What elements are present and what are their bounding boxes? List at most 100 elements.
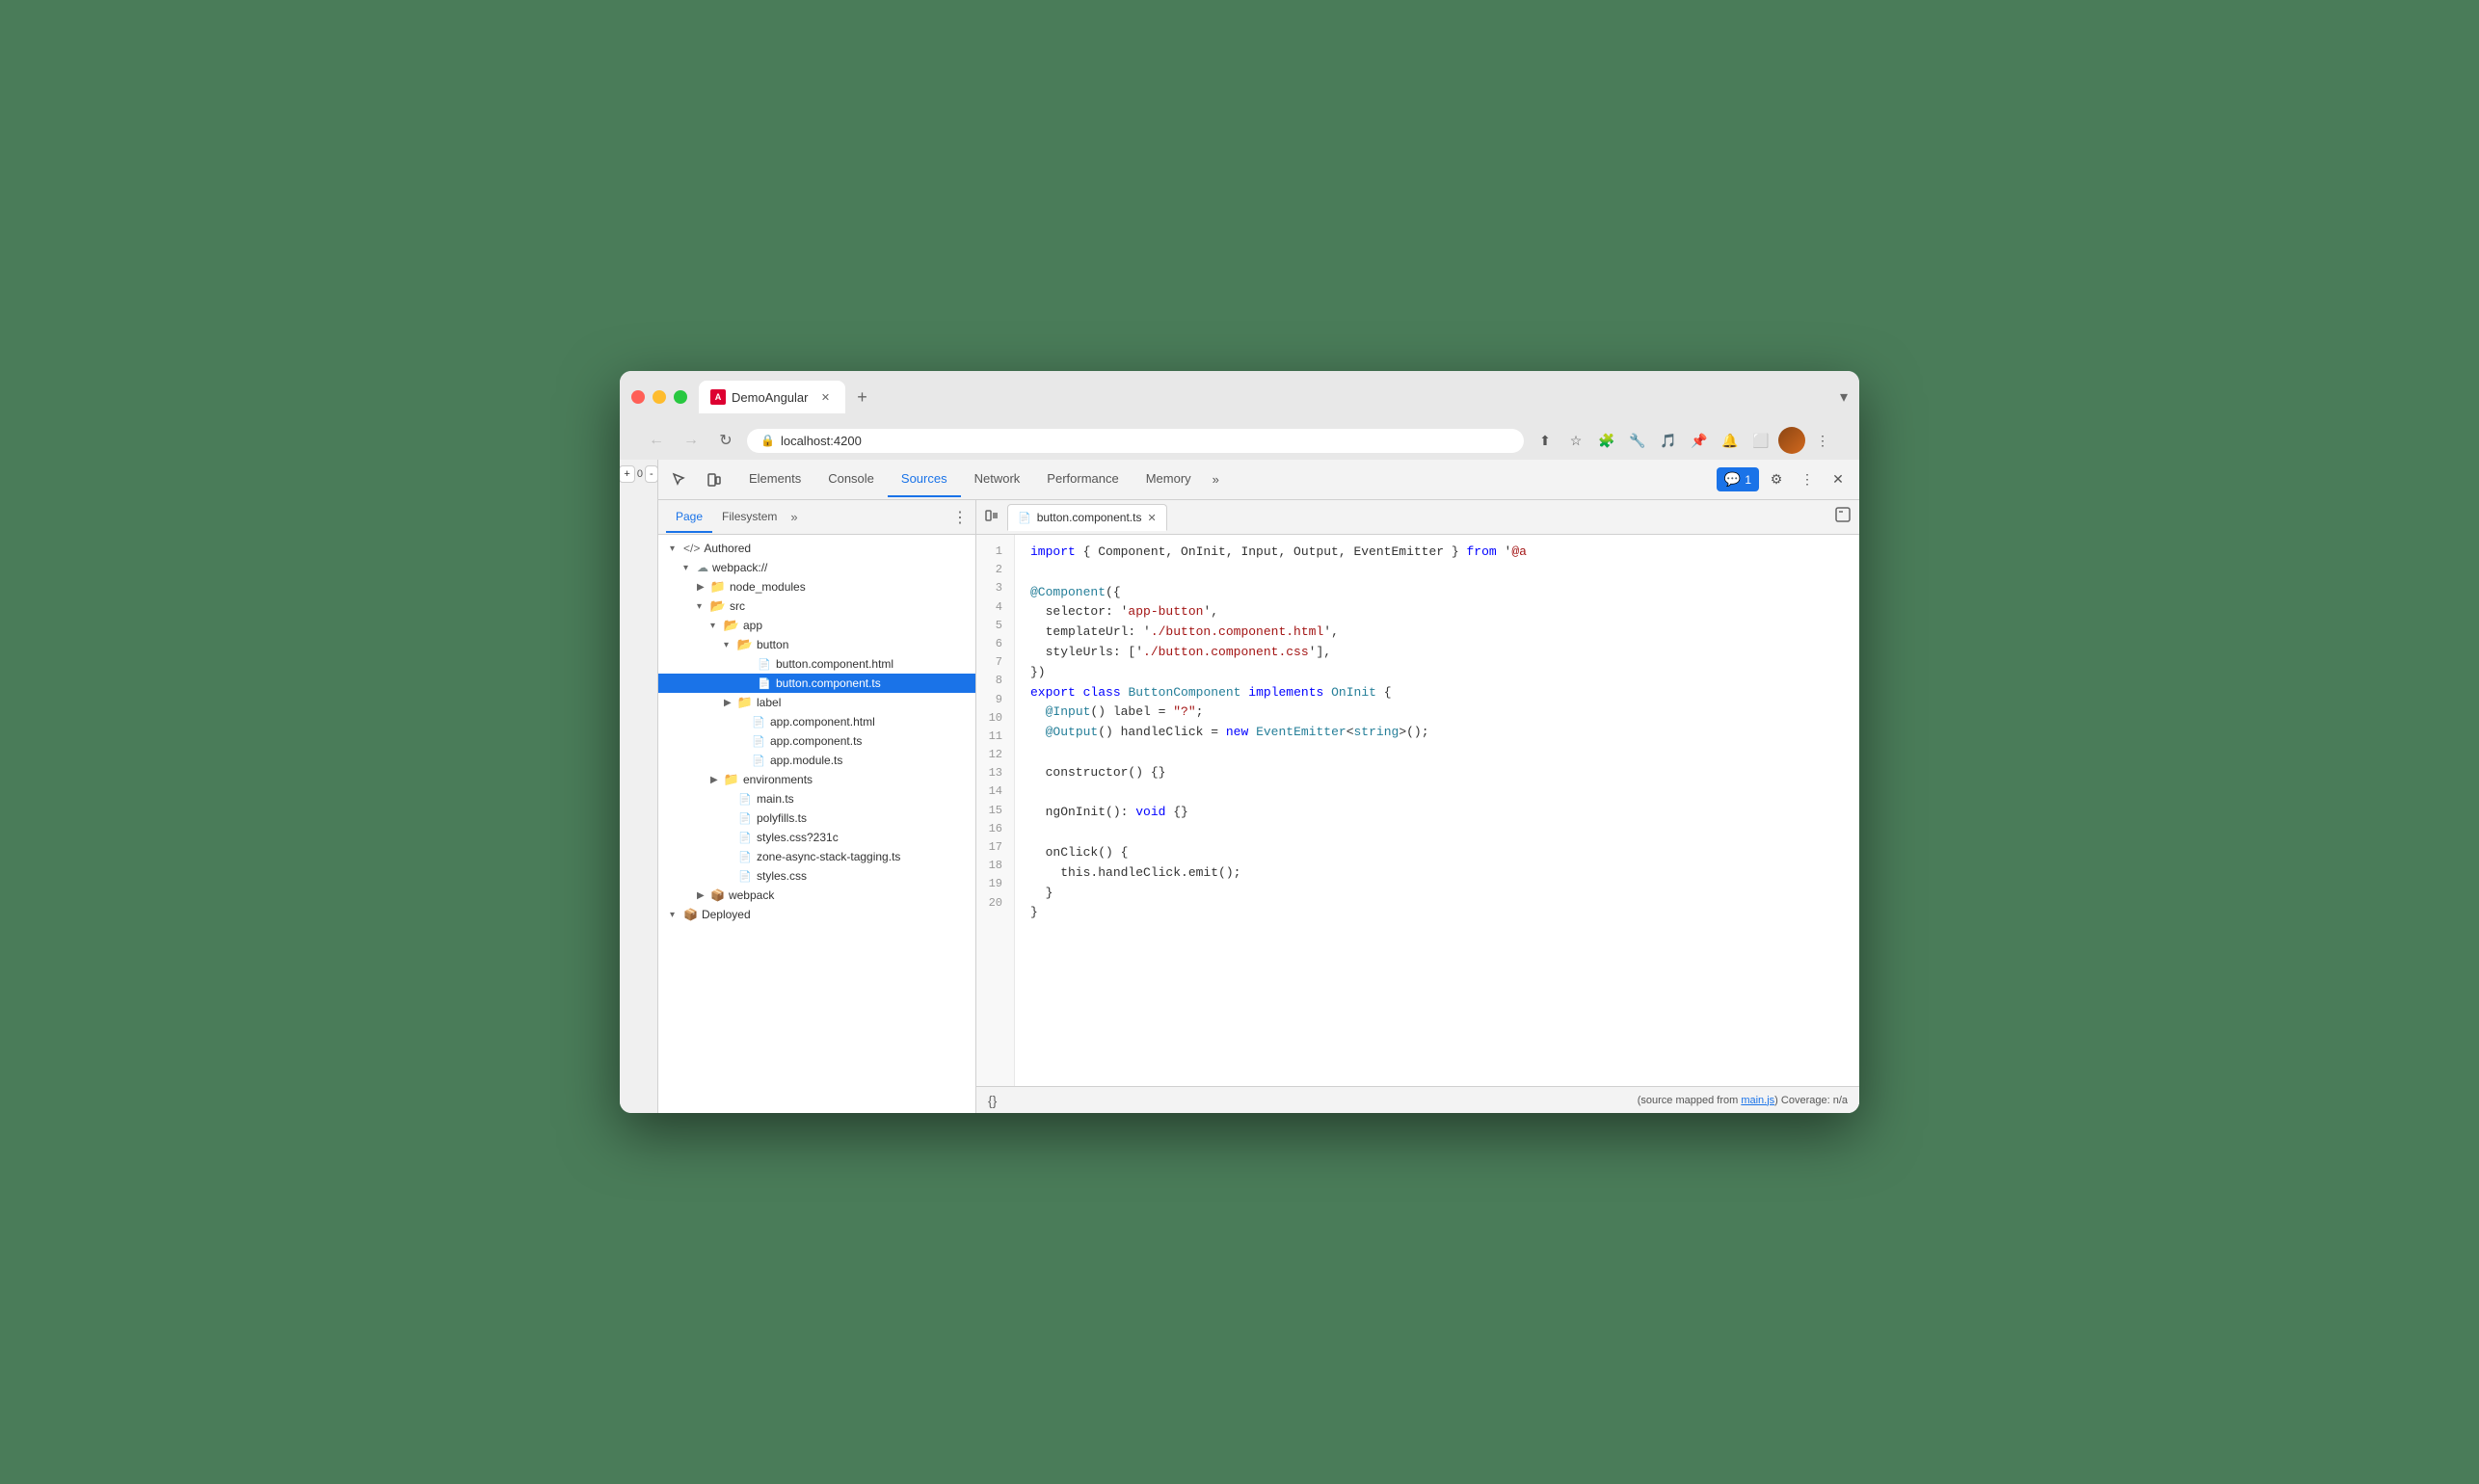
code-content[interactable]: import { Component, OnInit, Input, Outpu… <box>1015 535 1859 1086</box>
sources-tab-page[interactable]: Page <box>666 502 712 533</box>
tree-button-html[interactable]: 📄 button.component.html <box>658 654 975 674</box>
browser-window: A DemoAngular ✕ + ▾ ← → ↻ 🔒 localhost:42… <box>620 371 1859 1113</box>
devtools-toolbar: Elements Console Sources Network Perform… <box>658 460 1859 500</box>
tab-elements[interactable]: Elements <box>735 462 814 497</box>
url-bar[interactable]: 🔒 localhost:4200 <box>747 429 1524 453</box>
tree-environments[interactable]: ▶ 📁 environments <box>658 770 975 789</box>
editor-file-tab-close[interactable]: ✕ <box>1147 512 1156 524</box>
editor-file-tab-name: button.component.ts <box>1037 511 1142 524</box>
forward-button[interactable]: → <box>678 427 705 454</box>
tree-webpack-root[interactable]: ▾ ☁ webpack:// <box>658 558 975 577</box>
notification-button[interactable]: 💬 1 <box>1717 467 1759 491</box>
more-actions-button[interactable]: ⋮ <box>1794 466 1821 493</box>
sources-tabs: Page Filesystem » ⋮ <box>658 500 975 535</box>
zoom-out-button[interactable]: - <box>645 465 658 483</box>
tab-memory[interactable]: Memory <box>1133 462 1205 497</box>
sources-menu-button[interactable]: ⋮ <box>952 508 968 527</box>
bookmark-button[interactable]: ☆ <box>1562 427 1589 454</box>
browser-chrome: A DemoAngular ✕ + ▾ ← → ↻ 🔒 localhost:42… <box>620 371 1859 460</box>
devtools-body: Page Filesystem » ⋮ ▾ </> Authored <box>658 500 1859 1113</box>
tree-zone-ts[interactable]: 📄 zone-async-stack-tagging.ts <box>658 847 975 866</box>
tab-network[interactable]: Network <box>961 462 1034 497</box>
extension-5-button[interactable]: 🔔 <box>1717 427 1744 454</box>
extension-1-button[interactable]: 🧩 <box>1593 427 1620 454</box>
zoom-in-button[interactable]: + <box>620 465 635 483</box>
tree-node-modules[interactable]: ▶ 📁 node_modules <box>658 577 975 596</box>
extension-2-button[interactable]: 🔧 <box>1624 427 1651 454</box>
more-tabs-button[interactable]: » <box>1205 463 1227 496</box>
arrow-environments: ▶ <box>710 775 724 785</box>
source-mapped-info: (source mapped from main.js) Coverage: n… <box>1638 1095 1848 1106</box>
tree-src-label: src <box>730 599 745 613</box>
tab-dropdown-button[interactable]: ▾ <box>1840 387 1848 407</box>
tree-main-ts-label: main.ts <box>757 792 794 806</box>
editor-sidebar-toggle[interactable] <box>984 508 1000 526</box>
devtools-close-button[interactable]: ✕ <box>1825 466 1852 493</box>
editor-status-bar: {} (source mapped from main.js) Coverage… <box>976 1086 1859 1113</box>
maximize-traffic-light[interactable] <box>674 390 687 404</box>
file-tree: ▾ </> Authored ▾ ☁ webpack:// <box>658 535 975 1113</box>
file-app-html-icon: 📄 <box>751 715 766 729</box>
menu-button[interactable]: ⋮ <box>1809 427 1836 454</box>
share-button[interactable]: ⬆ <box>1532 427 1559 454</box>
new-tab-button[interactable]: + <box>849 384 876 411</box>
editor-pretty-print-button[interactable] <box>1834 506 1852 529</box>
folder-button-icon: 📂 <box>737 638 753 651</box>
minimize-traffic-light[interactable] <box>653 390 666 404</box>
editor-file-tab-button-ts[interactable]: 📄 button.component.ts ✕ <box>1007 504 1167 531</box>
file-button-html-icon: 📄 <box>757 657 772 671</box>
tree-styles-css-hash[interactable]: 📄 styles.css?231c <box>658 828 975 847</box>
tab-sources[interactable]: Sources <box>888 462 961 497</box>
tree-src[interactable]: ▾ 📂 src <box>658 596 975 616</box>
sources-sidebar: Page Filesystem » ⋮ ▾ </> Authored <box>658 500 976 1113</box>
sidebar-toggle-button[interactable]: ⬜ <box>1747 427 1774 454</box>
tree-webpack-folder[interactable]: ▶ 📦 webpack <box>658 886 975 905</box>
notification-count: 1 <box>1745 473 1751 487</box>
tree-label-folder[interactable]: ▶ 📁 label <box>658 693 975 712</box>
code-area[interactable]: 12345 678910 1112131415 1617181920 impor… <box>976 535 1859 1086</box>
back-button[interactable]: ← <box>643 427 670 454</box>
tree-polyfills-ts[interactable]: 📄 polyfills.ts <box>658 808 975 828</box>
tree-node-modules-label: node_modules <box>730 580 806 594</box>
sources-tab-filesystem[interactable]: Filesystem <box>712 502 786 533</box>
arrow-webpack-folder: ▶ <box>697 890 710 901</box>
element-picker-button[interactable] <box>666 466 693 493</box>
source-link[interactable]: main.js <box>1741 1095 1774 1106</box>
extension-3-button[interactable]: 🎵 <box>1655 427 1682 454</box>
sources-more-tabs[interactable]: » <box>790 510 797 524</box>
close-traffic-light[interactable] <box>631 390 645 404</box>
file-app-ts-icon: 📄 <box>751 734 766 748</box>
tree-main-ts[interactable]: 📄 main.ts <box>658 789 975 808</box>
tree-authored[interactable]: ▾ </> Authored <box>658 539 975 558</box>
tab-console[interactable]: Console <box>814 462 888 497</box>
folder-app-icon: 📂 <box>724 619 739 632</box>
settings-button[interactable]: ⚙ <box>1763 466 1790 493</box>
device-toggle-button[interactable] <box>701 466 728 493</box>
tree-deployed[interactable]: ▾ 📦 Deployed <box>658 905 975 924</box>
tab-performance[interactable]: Performance <box>1033 462 1132 497</box>
profile-button[interactable] <box>1778 427 1805 454</box>
tree-app-component-ts[interactable]: 📄 app.component.ts <box>658 731 975 751</box>
tree-app-module-ts[interactable]: 📄 app.module.ts <box>658 751 975 770</box>
tree-app-component-html-label: app.component.html <box>770 715 875 729</box>
tree-styles-css-hash-label: styles.css?231c <box>757 831 839 844</box>
pretty-print-button[interactable]: {} <box>988 1093 997 1108</box>
url-text: localhost:4200 <box>781 434 862 448</box>
tree-styles-css[interactable]: 📄 styles.css <box>658 866 975 886</box>
tree-app[interactable]: ▾ 📂 app <box>658 616 975 635</box>
tree-button-ts[interactable]: 📄 button.component.ts <box>658 674 975 693</box>
browser-tab-close[interactable]: ✕ <box>818 389 834 405</box>
tree-button-folder[interactable]: ▾ 📂 button <box>658 635 975 654</box>
code-icon: </> <box>683 542 700 555</box>
browser-tab-demoangular[interactable]: A DemoAngular ✕ <box>699 381 845 413</box>
tree-button-html-label: button.component.html <box>776 657 893 671</box>
devtools-panel: Elements Console Sources Network Perform… <box>658 460 1859 1113</box>
arrow-src: ▾ <box>697 601 710 612</box>
title-bar: A DemoAngular ✕ + ▾ <box>631 381 1848 413</box>
tree-app-component-html[interactable]: 📄 app.component.html <box>658 712 975 731</box>
code-editor: 📄 button.component.ts ✕ <box>976 500 1859 1113</box>
arrow-node-modules: ▶ <box>697 582 710 593</box>
extension-4-button[interactable]: 📌 <box>1686 427 1713 454</box>
refresh-button[interactable]: ↻ <box>712 427 739 454</box>
tree-label-folder-label: label <box>757 696 781 709</box>
